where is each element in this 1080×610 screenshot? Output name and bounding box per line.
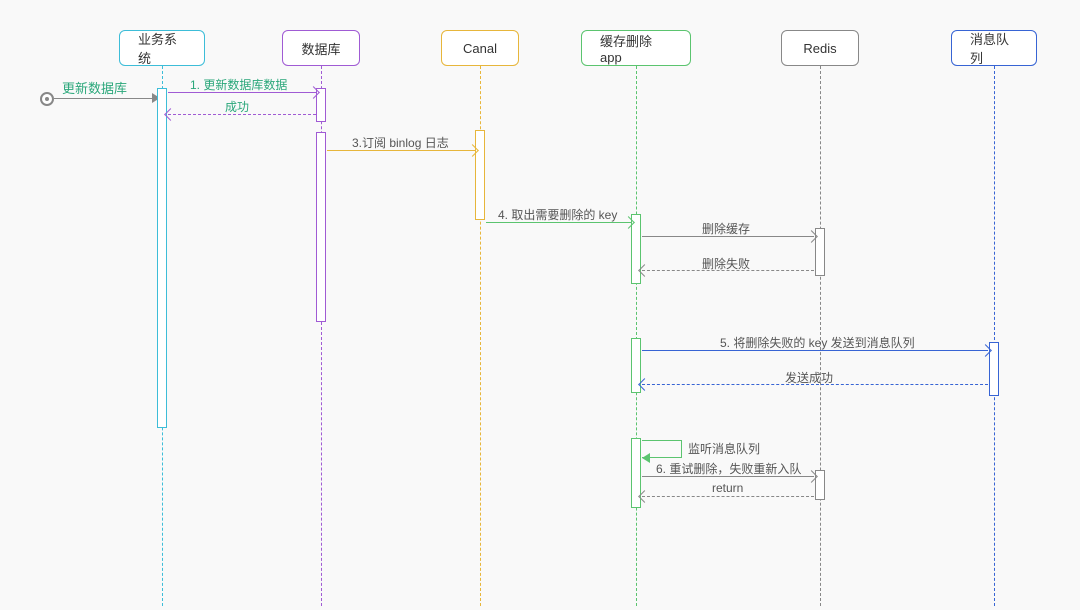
activation-db-2 — [316, 132, 326, 322]
label-delf: 删除失败 — [702, 255, 750, 272]
actor-origin-line — [54, 98, 154, 99]
label-m1r: 成功 — [225, 98, 249, 115]
participant-db: 数据库 — [282, 30, 360, 66]
label-m6: 6. 重试删除，失败重新入队 — [656, 460, 801, 477]
label-del: 删除缓存 — [702, 220, 750, 237]
self-loop-arrowhead-icon — [642, 453, 650, 463]
participant-biz: 业务系统 — [119, 30, 205, 66]
label-m6r: return — [712, 481, 743, 495]
label-m1: 1. 更新数据库数据 — [190, 76, 287, 93]
activation-canal — [475, 130, 485, 220]
actor-origin-icon — [40, 92, 54, 106]
participant-canal: Canal — [441, 30, 519, 66]
lifeline-mq — [994, 66, 995, 606]
label-m3: 3.订阅 binlog 日志 — [352, 134, 449, 151]
participant-app: 缓存删除 app — [581, 30, 691, 66]
label-m4: 4. 取出需要删除的 key — [498, 206, 617, 223]
participant-redis: Redis — [781, 30, 859, 66]
label-m5: 5. 将删除失败的 key 发送到消息队列 — [720, 334, 915, 351]
lifeline-app — [636, 66, 637, 606]
participant-mq: 消息队列 — [951, 30, 1037, 66]
actor-label: 更新数据库 — [62, 78, 127, 97]
label-listen: 监听消息队列 — [688, 440, 760, 457]
arrow-m6r — [642, 496, 814, 497]
activation-biz — [157, 88, 167, 428]
label-m5r: 发送成功 — [785, 369, 833, 386]
